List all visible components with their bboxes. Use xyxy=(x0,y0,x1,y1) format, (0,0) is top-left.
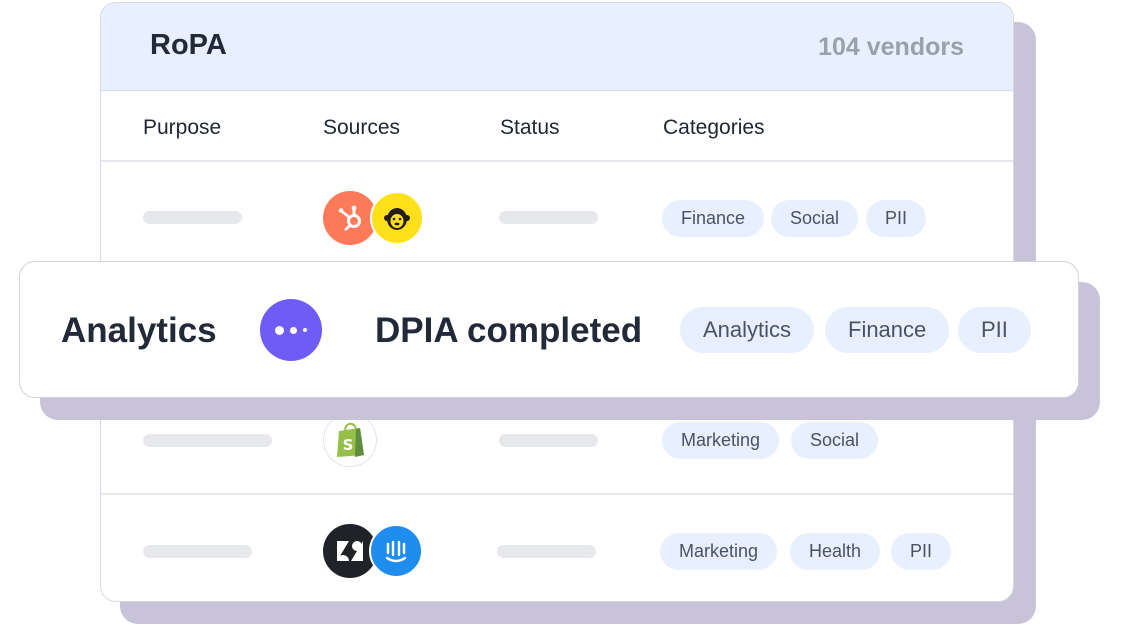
category-tag: Marketing xyxy=(662,422,780,459)
highlight-purpose: Analytics xyxy=(61,311,217,350)
column-header-purpose[interactable]: Purpose xyxy=(143,116,221,140)
status-placeholder xyxy=(497,545,596,558)
highlight-category-tag: Analytics xyxy=(680,307,815,353)
purpose-placeholder xyxy=(143,211,242,224)
highlighted-row[interactable]: Analytics DPIA completed Analytics Finan… xyxy=(19,261,1079,398)
header-divider xyxy=(101,160,1013,162)
vendor-count: 104 vendors xyxy=(818,33,964,61)
category-tag: Marketing xyxy=(660,533,778,570)
svg-text:S: S xyxy=(343,436,354,454)
highlight-category-tag: Finance xyxy=(825,307,950,353)
category-tag: Finance xyxy=(662,200,765,237)
purpose-placeholder xyxy=(143,434,272,447)
category-tag: Social xyxy=(771,200,859,237)
highlight-status: DPIA completed xyxy=(375,311,643,350)
highlight-category-tag: PII xyxy=(958,307,1031,353)
mailchimp-icon xyxy=(370,191,424,245)
category-tag: Health xyxy=(790,533,881,570)
column-header-sources[interactable]: Sources xyxy=(323,116,400,140)
more-dots-icon[interactable] xyxy=(260,299,322,361)
category-tag: PII xyxy=(891,533,952,570)
purpose-placeholder xyxy=(143,545,252,558)
row-divider xyxy=(101,493,1013,495)
category-tag: PII xyxy=(866,200,927,237)
column-header-categories[interactable]: Categories xyxy=(663,116,765,140)
status-placeholder xyxy=(499,434,598,447)
card-header: RoPA 104 vendors xyxy=(101,3,1013,91)
hubspot-icon xyxy=(323,191,377,245)
category-tag: Social xyxy=(791,422,879,459)
status-placeholder xyxy=(499,211,598,224)
intercom-icon xyxy=(369,524,423,578)
card-title: RoPA xyxy=(150,29,227,61)
column-header-status[interactable]: Status xyxy=(500,116,560,140)
shopify-icon: S xyxy=(323,413,377,467)
